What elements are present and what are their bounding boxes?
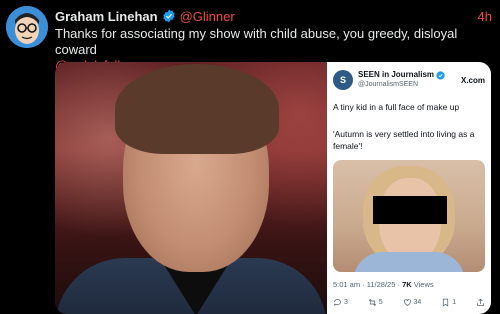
quoted-action-bar: 3 5 34 1	[333, 296, 485, 308]
author-name[interactable]: Graham Linehan	[55, 9, 158, 24]
bookmark-action: 1	[441, 296, 456, 308]
quoted-avatar: S	[333, 70, 353, 90]
quoted-views-count: 7K	[402, 280, 412, 289]
share-action	[476, 296, 485, 308]
quoted-post-screenshot[interactable]: S SEEN in Journalism @JournalismSEEN X.c…	[327, 62, 491, 314]
bookmark-icon	[443, 298, 449, 307]
portrait-photo[interactable]	[55, 62, 327, 314]
quoted-text-line2: 'Autumn is very settled into living as a…	[333, 129, 475, 151]
quoted-text-line1: A tiny kid in a full face of make up	[333, 102, 460, 112]
post-media: S SEEN in Journalism @JournalismSEEN X.c…	[55, 62, 491, 314]
repost-icon	[368, 298, 376, 306]
quoted-name: SEEN in Journalism	[358, 70, 435, 79]
repost-action: 5	[368, 296, 383, 308]
reply-icon	[333, 298, 341, 306]
share-icon	[477, 298, 484, 306]
quoted-photo	[333, 160, 485, 272]
quoted-timestamp: 5:01 am · 11/28/25 ·	[333, 280, 403, 289]
author-avatar[interactable]	[6, 6, 48, 48]
author-handle[interactable]: @Glinner	[180, 9, 235, 24]
verified-badge-icon	[436, 70, 445, 80]
censor-bar	[373, 196, 447, 224]
cartoon-avatar-icon	[6, 6, 48, 48]
quoted-views-label: Views	[411, 280, 434, 289]
quoted-meta: 5:01 am · 11/28/25 · 7K Views	[333, 280, 434, 289]
like-action: 34	[403, 296, 421, 308]
verified-badge-icon	[162, 9, 175, 23]
like-icon	[403, 298, 411, 306]
post-body: Thanks for associating my show with chil…	[55, 26, 458, 57]
post-timestamp[interactable]: 4h	[478, 9, 492, 24]
quoted-handle: @JournalismSEEN	[358, 81, 419, 88]
platform-label: X.com	[460, 75, 485, 85]
reply-action: 3	[333, 296, 348, 308]
quoted-header: S SEEN in Journalism @JournalismSEEN X.c…	[333, 68, 485, 92]
post-header: Graham Linehan @Glinner 4h	[55, 8, 492, 24]
